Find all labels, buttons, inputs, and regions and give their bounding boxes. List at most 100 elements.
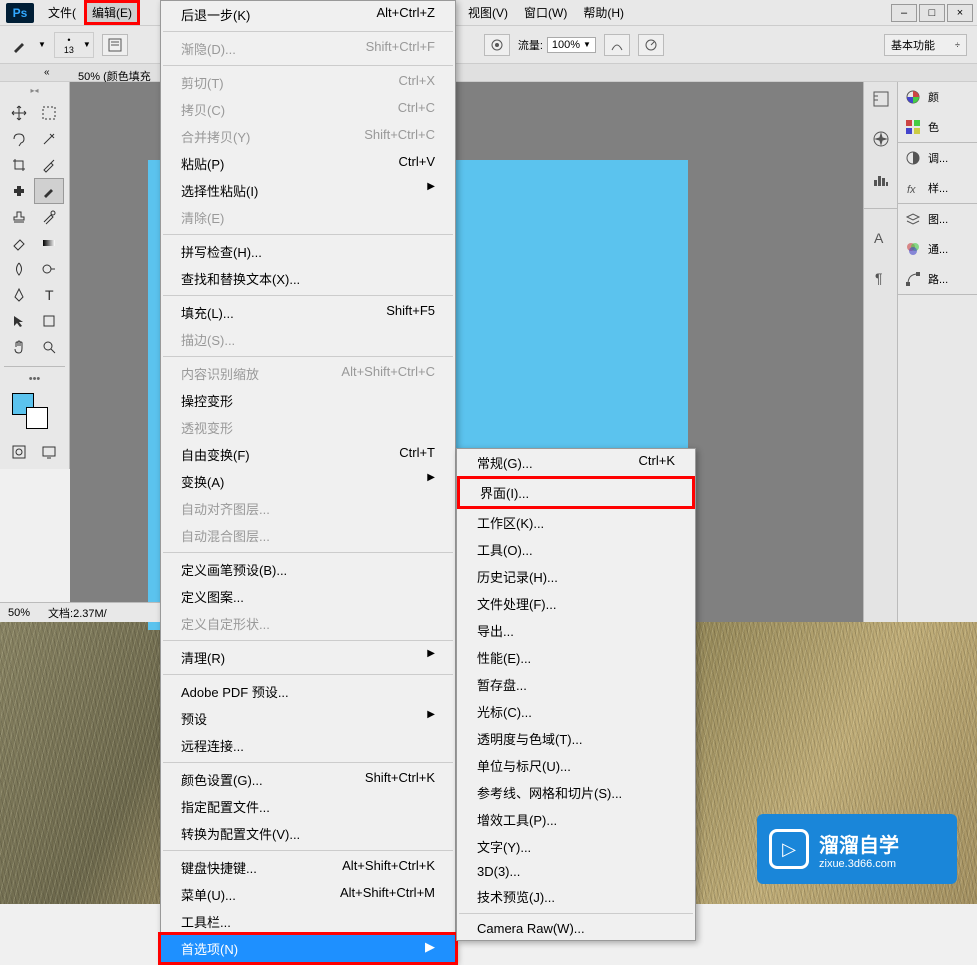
pressure-icon[interactable] — [638, 34, 664, 56]
sub-scratch[interactable]: 暂存盘... — [457, 671, 695, 698]
brush-preset-picker[interactable]: •13 ▼ — [54, 32, 94, 58]
menu-define-pattern[interactable]: 定义图案... — [161, 583, 455, 610]
paragraph-icon[interactable]: ¶ — [870, 267, 892, 289]
sub-general[interactable]: 常规(G)...Ctrl+K — [457, 449, 695, 476]
edit-toolbar-icon[interactable]: ••• — [4, 373, 65, 385]
menu-view[interactable]: 视图(V) — [460, 0, 516, 25]
expand-icon[interactable]: « — [44, 67, 50, 78]
brush-panel-icon[interactable] — [102, 34, 128, 56]
pen-tool[interactable] — [4, 282, 34, 308]
wand-tool[interactable] — [34, 126, 64, 152]
menu-convert-profile[interactable]: 转换为配置文件(V)... — [161, 820, 455, 847]
menu-window[interactable]: 窗口(W) — [516, 0, 575, 25]
quickmask-tool[interactable] — [4, 439, 34, 465]
menu-paste-special[interactable]: 选择性粘贴(I)▶ — [161, 177, 455, 204]
stamp-tool[interactable] — [4, 204, 34, 230]
menu-purge[interactable]: 清理(R)▶ — [161, 644, 455, 671]
marquee-tool[interactable] — [34, 100, 64, 126]
sub-units[interactable]: 单位与标尺(U)... — [457, 752, 695, 779]
background-color[interactable] — [26, 407, 48, 429]
navigator-icon[interactable] — [870, 128, 892, 150]
sub-transparency[interactable]: 透明度与色域(T)... — [457, 725, 695, 752]
flow-value[interactable]: 100%▼ — [547, 37, 596, 53]
lasso-tool[interactable] — [4, 126, 34, 152]
panel-paths[interactable]: 路... — [898, 264, 977, 294]
close-button[interactable]: × — [947, 4, 973, 22]
channels-icon — [904, 240, 922, 258]
tool-preset-icon[interactable] — [10, 35, 30, 55]
workspace-switcher[interactable]: 基本功能÷ — [884, 34, 967, 56]
sub-type[interactable]: 文字(Y)... — [457, 833, 695, 860]
crop-tool[interactable] — [4, 152, 34, 178]
tools-header-icon[interactable]: ▸◂ — [4, 86, 65, 96]
sub-guides[interactable]: 参考线、网格和切片(S)... — [457, 779, 695, 806]
blur-tool[interactable] — [4, 256, 34, 282]
menu-pdf-presets[interactable]: Adobe PDF 预设... — [161, 678, 455, 705]
menu-bar: Ps 文件( 编辑(E) 视图(V) 窗口(W) 帮助(H) – □ × — [0, 0, 977, 26]
healing-tool[interactable] — [4, 178, 34, 204]
menu-transform[interactable]: 变换(A)▶ — [161, 468, 455, 495]
doc-info[interactable]: 文档:2.37M/ — [48, 605, 107, 621]
menu-keyboard[interactable]: 键盘快捷键...Alt+Shift+Ctrl+K — [161, 854, 455, 881]
sub-performance[interactable]: 性能(E)... — [457, 644, 695, 671]
menu-paste[interactable]: 粘贴(P)Ctrl+V — [161, 150, 455, 177]
sub-camera-raw[interactable]: Camera Raw(W)... — [457, 917, 695, 940]
panel-layers[interactable]: 图... — [898, 204, 977, 234]
menu-find-replace[interactable]: 查找和替换文本(X)... — [161, 265, 455, 292]
sub-cursors[interactable]: 光标(C)... — [457, 698, 695, 725]
panel-swatches[interactable]: 色 — [898, 112, 977, 142]
color-swatches[interactable] — [4, 393, 65, 433]
panel-channels[interactable]: 通... — [898, 234, 977, 264]
hand-tool[interactable] — [4, 334, 34, 360]
eraser-tool[interactable] — [4, 230, 34, 256]
screenmode-tool[interactable] — [34, 439, 64, 465]
move-tool[interactable] — [4, 100, 34, 126]
brush-tool[interactable] — [34, 178, 64, 204]
eyedropper-tool[interactable] — [34, 152, 64, 178]
sub-tech-preview[interactable]: 技术预览(J)... — [457, 883, 695, 910]
dropdown-arrow-icon[interactable]: ▼ — [38, 40, 46, 49]
menu-toolbar[interactable]: 工具栏... — [161, 908, 455, 935]
sub-interface[interactable]: 界面(I)... — [460, 479, 692, 506]
histogram-icon[interactable] — [870, 168, 892, 190]
airbrush-toggle-icon[interactable] — [604, 34, 630, 56]
history-brush-tool[interactable] — [34, 204, 64, 230]
dodge-tool[interactable] — [34, 256, 64, 282]
character-icon[interactable]: A — [870, 227, 892, 249]
sub-export[interactable]: 导出... — [457, 617, 695, 644]
panel-adjustments[interactable]: 调... — [898, 143, 977, 173]
sub-history[interactable]: 历史记录(H)... — [457, 563, 695, 590]
menu-free-transform[interactable]: 自由变换(F)Ctrl+T — [161, 441, 455, 468]
type-tool[interactable]: T — [34, 282, 64, 308]
menu-undo[interactable]: 后退一步(K)Alt+Ctrl+Z — [161, 1, 455, 28]
zoom-level[interactable]: 50% — [8, 607, 30, 619]
sub-workspace[interactable]: 工作区(K)... — [457, 509, 695, 536]
path-select-tool[interactable] — [4, 308, 34, 334]
gradient-tool[interactable] — [34, 230, 64, 256]
zoom-tool[interactable] — [34, 334, 64, 360]
ruler-icon[interactable] — [870, 88, 892, 110]
menu-file[interactable]: 文件( — [40, 0, 84, 25]
menu-assign-profile[interactable]: 指定配置文件... — [161, 793, 455, 820]
menu-fill[interactable]: 填充(L)...Shift+F5 — [161, 299, 455, 326]
sub-3d[interactable]: 3D(3)... — [457, 860, 695, 883]
menu-puppet-warp[interactable]: 操控变形 — [161, 387, 455, 414]
sub-file-handling[interactable]: 文件处理(F)... — [457, 590, 695, 617]
panel-color[interactable]: 颜 — [898, 82, 977, 112]
menu-color-settings[interactable]: 颜色设置(G)...Shift+Ctrl+K — [161, 766, 455, 793]
shape-tool[interactable] — [34, 308, 64, 334]
minimize-button[interactable]: – — [891, 4, 917, 22]
menu-spell[interactable]: 拼写检查(H)... — [161, 238, 455, 265]
sub-tools[interactable]: 工具(O)... — [457, 536, 695, 563]
airbrush-icon[interactable] — [484, 34, 510, 56]
menu-edit[interactable]: 编辑(E) — [84, 0, 140, 25]
svg-text:¶: ¶ — [875, 270, 883, 286]
menu-remote[interactable]: 远程连接... — [161, 732, 455, 759]
panel-styles[interactable]: fx 样... — [898, 173, 977, 203]
menu-presets[interactable]: 预设▶ — [161, 705, 455, 732]
menu-define-brush[interactable]: 定义画笔预设(B)... — [161, 556, 455, 583]
maximize-button[interactable]: □ — [919, 4, 945, 22]
sub-plugins[interactable]: 增效工具(P)... — [457, 806, 695, 833]
menu-preferences[interactable]: 首选项(N)▶ — [161, 935, 455, 962]
menu-help[interactable]: 帮助(H) — [575, 0, 632, 25]
